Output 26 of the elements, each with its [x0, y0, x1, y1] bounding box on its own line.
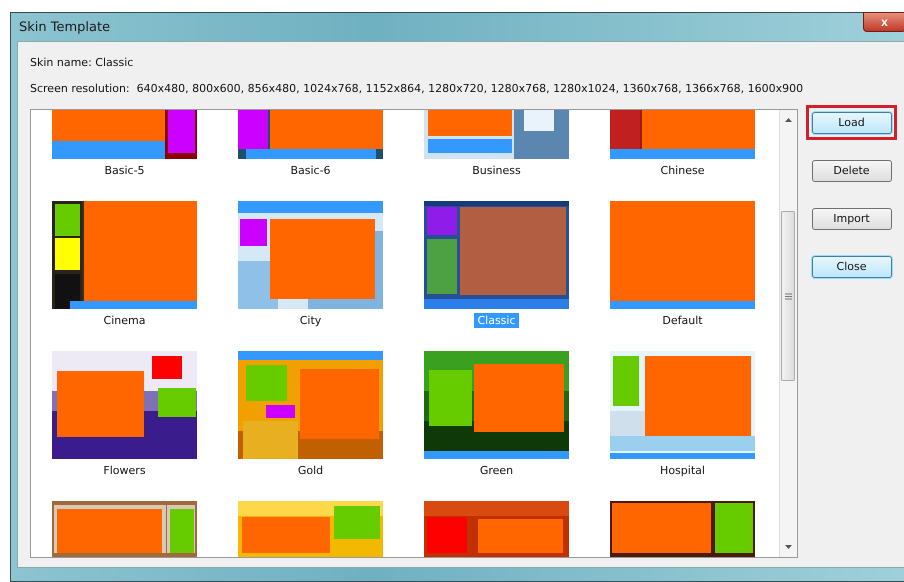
dialog-button[interactable]: Close	[812, 256, 892, 278]
skin-label[interactable]: Cinema	[100, 313, 148, 328]
scrollbar-thumb[interactable]	[781, 211, 795, 381]
skin-name-value: Classic	[95, 56, 134, 69]
dialog-button[interactable]: Import	[812, 208, 892, 230]
dialog-button[interactable]: Load	[812, 112, 892, 134]
skin-label[interactable]: Basic-5	[101, 163, 148, 178]
skin-label[interactable]: Basic-6	[287, 163, 334, 178]
scroll-up-icon[interactable]	[785, 118, 792, 122]
skin-label[interactable]: Chinese	[658, 163, 708, 178]
dialog-button[interactable]: Delete	[812, 160, 892, 182]
skin-label[interactable]: Flowers	[100, 463, 149, 478]
scrollbar[interactable]	[779, 110, 797, 557]
grip-icon	[784, 292, 792, 300]
skin-label[interactable]: Business	[469, 163, 524, 178]
scroll-down-icon[interactable]	[785, 545, 792, 549]
skin-label[interactable]: Green	[476, 463, 516, 478]
window-close-button[interactable]: x	[863, 12, 904, 32]
skin-label[interactable]: Gold	[294, 463, 326, 478]
resolution-label: Screen resolution:	[30, 82, 130, 95]
skin-label[interactable]: City	[296, 313, 324, 328]
resolution-list: 640x480, 800x600, 856x480, 1024x768, 1152x864, 1280x720, 1280x768, 1280x1024, 1360x768, 1366x768, 1600x900	[136, 82, 804, 95]
window-title: Skin Template	[18, 20, 110, 34]
skin-label[interactable]: Default	[659, 313, 706, 328]
skin-name-label: Skin name:	[30, 56, 92, 69]
skin-label[interactable]: Hospital	[657, 463, 708, 478]
